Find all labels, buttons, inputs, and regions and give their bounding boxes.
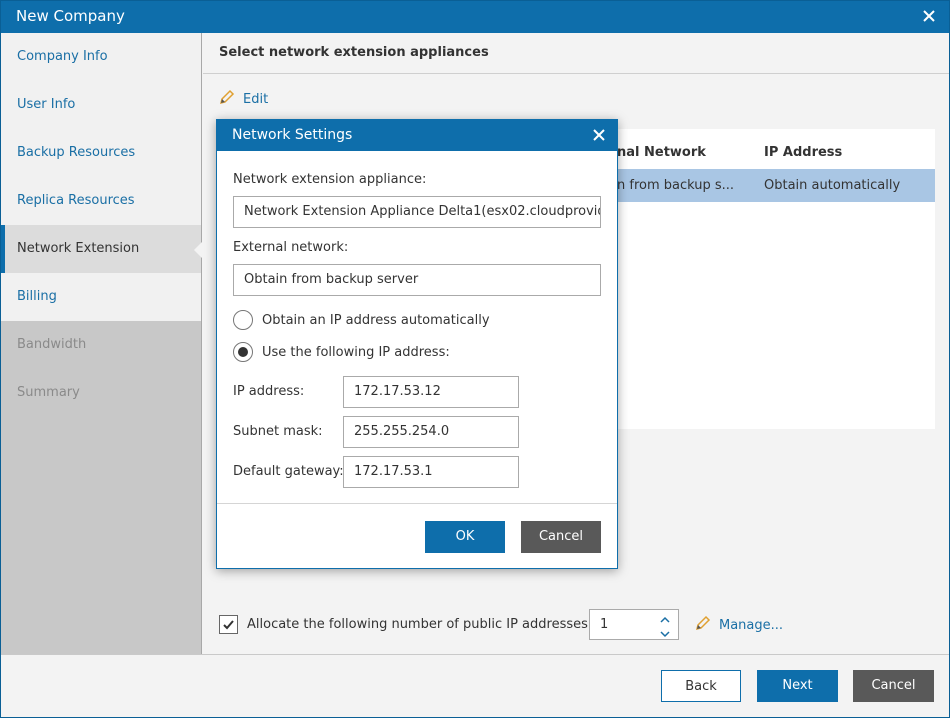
wizard-sidebar: Company Info User Info Backup Resources … xyxy=(1,33,202,654)
ip-address-field[interactable]: 172.17.53.12 xyxy=(343,376,519,408)
cell-ip-address: Obtain automatically xyxy=(764,178,901,193)
wizard-footer: Back Next Cancel xyxy=(1,654,949,717)
dialog-cancel-button[interactable]: Cancel xyxy=(521,521,601,553)
default-gateway-field[interactable]: 172.17.53.1 xyxy=(343,456,519,488)
appliance-field[interactable]: Network Extension Appliance Delta1(esx02… xyxy=(233,196,601,228)
sidebar-item-label: Replica Resources xyxy=(17,193,135,208)
subnet-mask-field[interactable]: 255.255.254.0 xyxy=(343,416,519,448)
allocate-ip-label: Allocate the following number of public … xyxy=(247,616,588,632)
pencil-icon xyxy=(695,615,719,635)
ip-address-label: IP address: xyxy=(233,384,305,399)
external-network-label: External network: xyxy=(233,240,349,255)
sidebar-item-label: Company Info xyxy=(17,49,108,64)
dialog-title: Network Settings xyxy=(232,127,353,143)
radio-label: Use the following IP address: xyxy=(262,344,450,360)
allocate-ip-checkbox[interactable] xyxy=(219,614,238,634)
external-network-field[interactable]: Obtain from backup server xyxy=(233,264,601,296)
radio-obtain-automatically[interactable]: Obtain an IP address automatically xyxy=(233,310,490,330)
sidebar-item-billing[interactable]: Billing xyxy=(1,273,201,321)
ok-button[interactable]: OK xyxy=(425,521,505,553)
sidebar-item-bandwidth: Bandwidth xyxy=(1,321,201,369)
chevron-down-icon[interactable] xyxy=(660,627,670,642)
default-gateway-label: Default gateway: xyxy=(233,464,344,479)
radio-label: Obtain an IP address automatically xyxy=(262,312,490,328)
allocate-ip-row: Allocate the following number of public … xyxy=(219,609,783,640)
back-button[interactable]: Back xyxy=(661,670,741,702)
title-bar: New Company xyxy=(1,1,949,33)
sidebar-item-label: Network Extension xyxy=(17,241,140,256)
edit-button[interactable]: Edit xyxy=(219,89,268,109)
section-title: Select network extension appliances xyxy=(219,45,489,60)
section-divider xyxy=(203,73,949,74)
sidebar-item-company-info[interactable]: Company Info xyxy=(1,33,201,81)
sidebar-item-backup-resources[interactable]: Backup Resources xyxy=(1,129,201,177)
network-settings-dialog: Network Settings Network extension appli… xyxy=(216,119,618,569)
sidebar-item-label: Bandwidth xyxy=(17,337,87,352)
close-icon[interactable] xyxy=(592,128,606,142)
subnet-mask-label: Subnet mask: xyxy=(233,424,323,439)
sidebar-item-replica-resources[interactable]: Replica Resources xyxy=(1,177,201,225)
cell-external-network: n from backup s... xyxy=(617,178,735,193)
radio-circle xyxy=(233,342,253,362)
manage-label: Manage... xyxy=(719,617,784,633)
edit-label: Edit xyxy=(243,91,269,107)
sidebar-item-label: Billing xyxy=(17,289,57,304)
sidebar-item-network-extension[interactable]: Network Extension xyxy=(1,225,202,273)
column-header-ip-address[interactable]: IP Address xyxy=(764,145,842,160)
radio-use-following-ip[interactable]: Use the following IP address: xyxy=(233,342,450,362)
sidebar-item-label: Backup Resources xyxy=(17,145,136,160)
cancel-button[interactable]: Cancel xyxy=(853,670,934,702)
radio-circle xyxy=(233,310,253,330)
public-ip-count-stepper[interactable]: 1 xyxy=(589,609,679,640)
sidebar-item-user-info[interactable]: User Info xyxy=(1,81,201,129)
appliance-label: Network extension appliance: xyxy=(233,172,427,187)
sidebar-item-label: Summary xyxy=(17,385,80,400)
column-header-external-network[interactable]: nal Network xyxy=(617,145,706,160)
close-icon[interactable] xyxy=(921,8,937,24)
dialog-title-bar: Network Settings xyxy=(217,120,617,151)
manage-button[interactable]: Manage... xyxy=(695,615,783,635)
checkmark-icon xyxy=(223,619,234,629)
public-ip-count-value: 1 xyxy=(600,617,609,632)
sidebar-item-summary: Summary xyxy=(1,369,201,417)
sidebar-item-label: User Info xyxy=(17,97,76,112)
chevron-up-icon[interactable] xyxy=(660,613,670,628)
next-button[interactable]: Next xyxy=(757,670,838,702)
pencil-icon xyxy=(219,89,243,109)
window-title: New Company xyxy=(16,7,125,25)
dialog-divider xyxy=(217,503,617,504)
